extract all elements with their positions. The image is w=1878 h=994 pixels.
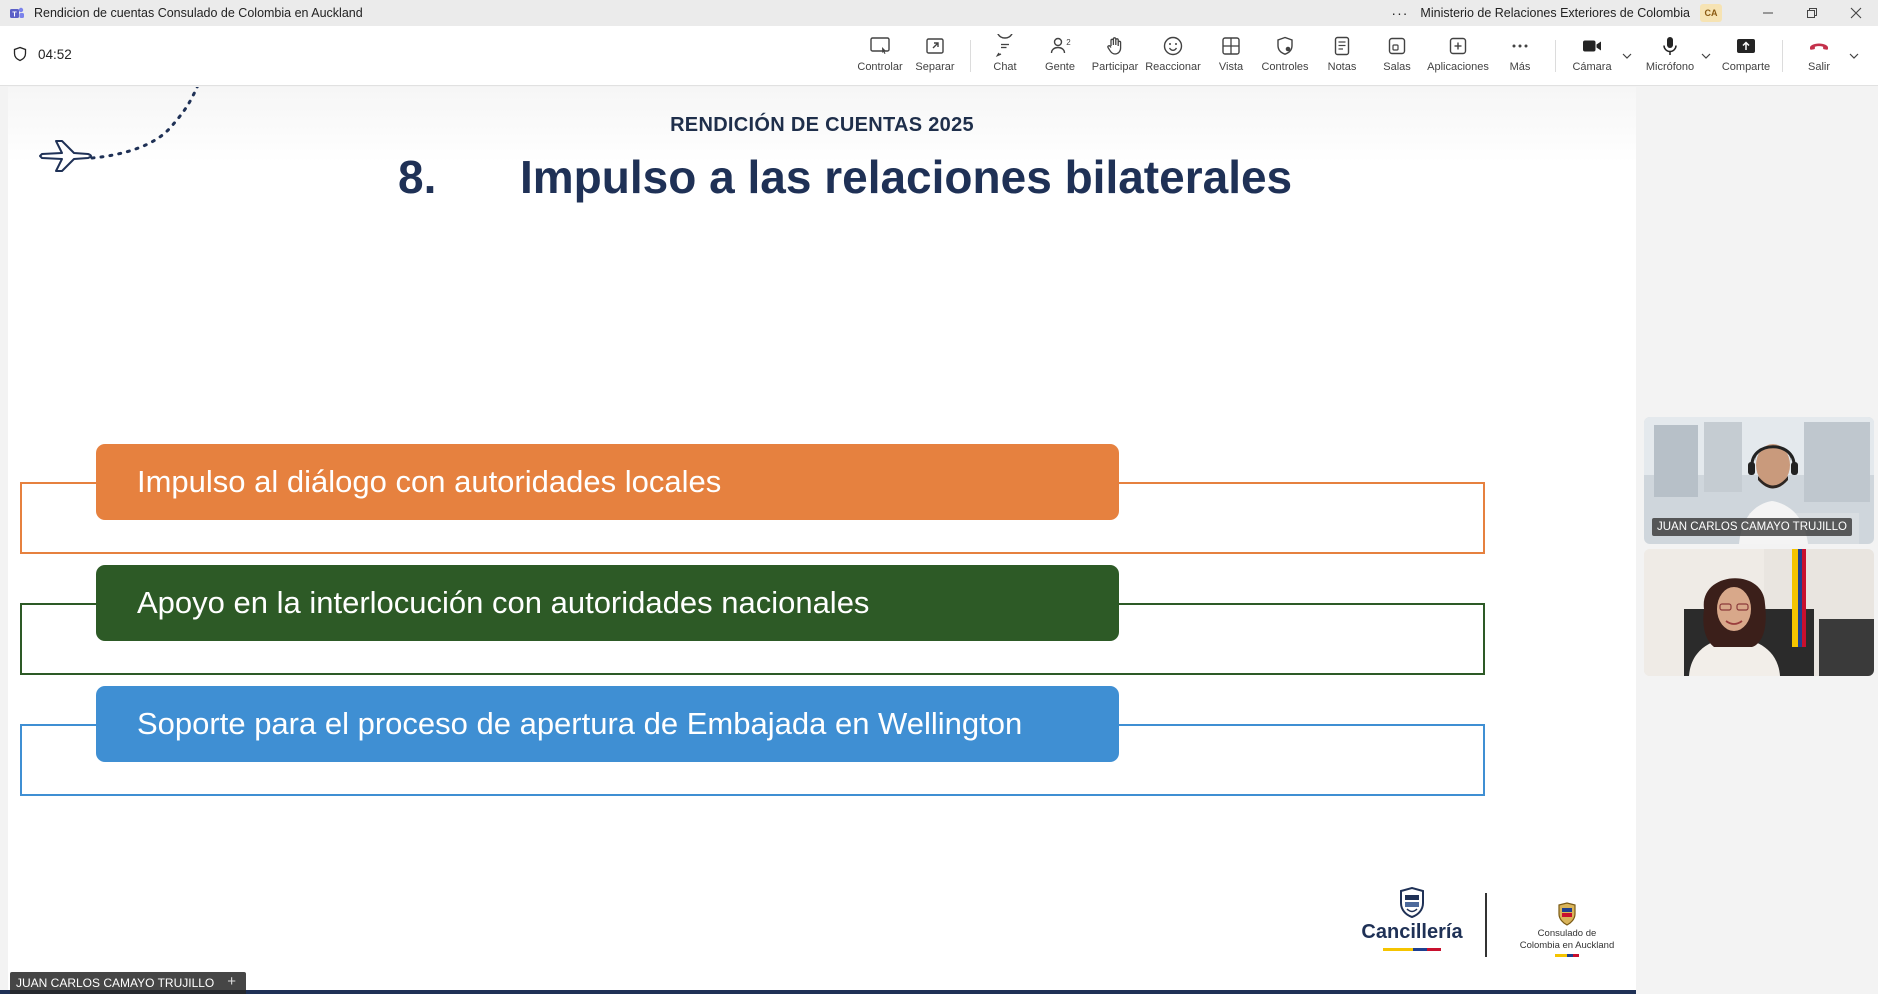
participant-tile-2[interactable] — [1644, 549, 1874, 676]
item-pill-3: Soporte para el proceso de apertura de E… — [96, 686, 1119, 762]
item-pill-1: Impulso al diálogo con autoridades local… — [96, 444, 1119, 520]
timer-value: 04:52 — [38, 46, 72, 62]
participant-video-2 — [1644, 549, 1874, 676]
meeting-stage: RENDICIÓN DE CUENTAS 2025 8. Impulso a l… — [0, 87, 1878, 994]
add-apps-icon — [1449, 37, 1467, 55]
chat-button[interactable]: Chat — [985, 34, 1025, 80]
meeting-toolbar: 04:52 Controlar Separar Chat 2 Gente Par… — [0, 26, 1878, 86]
teams-meeting-window: T Rendicion de cuentas Consulado de Colo… — [0, 0, 1878, 994]
apps-button[interactable]: Aplicaciones — [1425, 34, 1491, 80]
pop-out-button[interactable]: Separar — [910, 34, 960, 80]
microphone-button[interactable]: Micrófono — [1641, 34, 1699, 80]
teams-logo-icon: T — [10, 7, 24, 19]
microphone-icon — [1663, 37, 1677, 55]
pop-out-icon — [926, 38, 944, 54]
title-bar: T Rendicion de cuentas Consulado de Colo… — [0, 0, 1878, 26]
microphone-options-chevron-icon[interactable] — [1700, 50, 1712, 62]
people-count-badge: 2 — [1066, 38, 1071, 47]
people-icon: 2 — [1050, 37, 1071, 54]
chat-icon — [995, 34, 1013, 57]
logo-divider — [1485, 893, 1487, 957]
react-emoji-icon — [1163, 36, 1183, 56]
add-icon[interactable]: + — [227, 973, 236, 990]
toolbar-separator — [1555, 40, 1556, 72]
window-title: Rendicion de cuentas Consulado de Colomb… — [34, 6, 363, 20]
slide-section-number: 8. — [398, 151, 437, 203]
consulado-name-line1: Consulado de — [1537, 928, 1597, 939]
close-icon[interactable] — [1834, 0, 1878, 26]
item-pill-2: Apoyo en la interlocución con autoridade… — [96, 565, 1119, 641]
leave-button[interactable]: Salir — [1804, 34, 1834, 80]
colombia-coat-of-arms-icon — [1400, 887, 1424, 919]
consulado-logo: Consulado de Colombia en Auckland — [1508, 887, 1626, 967]
share-button[interactable]: Comparte — [1720, 34, 1772, 80]
people-button[interactable]: 2 Gente — [1040, 34, 1080, 80]
shield-icon — [13, 46, 27, 62]
notes-button[interactable]: Notas — [1325, 34, 1359, 80]
participant-tile-1[interactable]: JUAN CARLOS CAMAYO TRUJILLO — [1644, 417, 1874, 544]
cancilleria-name: Cancillería — [1361, 921, 1463, 943]
camera-icon — [1583, 40, 1601, 52]
raise-hand-button[interactable]: Participar — [1092, 34, 1138, 80]
shield-settings-icon — [1277, 36, 1293, 55]
flag-stripe — [1353, 948, 1471, 951]
minimize-icon[interactable] — [1746, 0, 1790, 26]
camera-options-chevron-icon[interactable] — [1621, 50, 1633, 62]
view-button[interactable]: Vista — [1215, 34, 1247, 80]
control-screen-icon — [870, 37, 890, 54]
toolbar-separator — [970, 40, 971, 72]
participant-name-1: JUAN CARLOS CAMAYO TRUJILLO — [1652, 518, 1853, 536]
shared-slide[interactable]: RENDICIÓN DE CUENTAS 2025 8. Impulso a l… — [8, 87, 1636, 990]
notes-icon — [1334, 36, 1350, 56]
rooms-button[interactable]: Salas — [1382, 34, 1412, 80]
consulado-name-line2: Colombia en Auckland — [1519, 940, 1615, 951]
control-button[interactable]: Controlar — [855, 34, 905, 80]
airplane-decoration-icon — [39, 87, 199, 172]
restore-icon[interactable] — [1790, 0, 1834, 26]
more-icon — [1512, 44, 1528, 48]
organization-name[interactable]: Ministerio de Relaciones Exteriores de C… — [1420, 6, 1690, 20]
leave-options-chevron-icon[interactable] — [1848, 50, 1860, 62]
svg-text:T: T — [12, 12, 17, 19]
more-button[interactable]: Más — [1506, 34, 1534, 80]
slide-subtitle: RENDICIÓN DE CUENTAS 2025 — [670, 114, 974, 136]
cancilleria-logo: Cancillería — [1353, 887, 1471, 967]
slide-title: Impulso a las relaciones bilaterales — [520, 151, 1293, 203]
more-options-icon[interactable]: ··· — [1391, 5, 1408, 21]
share-icon — [1737, 39, 1755, 53]
meeting-timer: 04:52 — [12, 46, 72, 62]
rooms-icon — [1388, 37, 1406, 55]
user-avatar[interactable]: CA — [1700, 4, 1722, 22]
flag-stripe — [1508, 954, 1626, 957]
react-button[interactable]: Reaccionar — [1145, 34, 1201, 80]
raise-hand-icon — [1107, 37, 1122, 55]
presenter-name-tag: JUAN CARLOS CAMAYO TRUJILLO + — [10, 972, 246, 994]
consulado-crest-icon — [1558, 902, 1576, 926]
toolbar-separator — [1782, 40, 1783, 72]
camera-button[interactable]: Cámara — [1570, 34, 1614, 80]
leave-phone-icon — [1810, 43, 1828, 50]
view-grid-icon — [1222, 37, 1240, 55]
controls-button[interactable]: Controles — [1260, 34, 1310, 80]
